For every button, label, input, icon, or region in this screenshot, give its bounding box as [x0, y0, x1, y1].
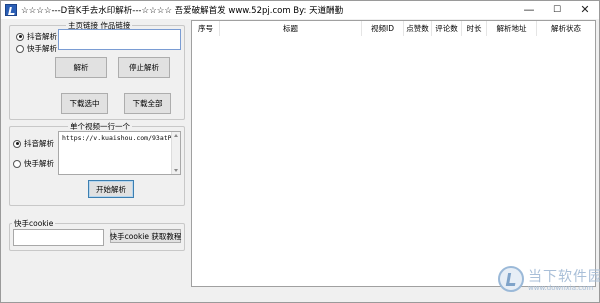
single-radio-douyin-label: 抖音解析: [24, 139, 54, 148]
radio-kuaishou-unchecked-icon[interactable]: [13, 159, 21, 168]
single-radio-douyin[interactable]: 抖音解析: [13, 138, 54, 149]
homepage-radio-kuaishou-label: 快手解析: [27, 44, 57, 53]
watermark-sub-text: www.downxia.com: [528, 284, 594, 292]
site-watermark: 当下软件园 www.downxia.com: [498, 263, 600, 299]
single-radio-kuaishou-label: 快手解析: [24, 159, 54, 168]
cookie-group: 快手cookie 快手cookie 获取教程: [9, 218, 185, 251]
column-header-parse-url[interactable]: 解析地址: [487, 21, 537, 36]
stop-parse-button[interactable]: 停止解析: [118, 57, 170, 78]
homepage-link-group: 主页链接 作品链接 抖音解析 快手解析 解析 停止解析 下载选中 下载全部: [9, 20, 185, 120]
watermark-main-text: 当下软件园: [528, 269, 600, 285]
app-window: ☆☆☆☆---D音K手去水印解析---☆☆☆☆ 吾爱破解首发 www.52pj.…: [0, 0, 600, 303]
textarea-scrollbar[interactable]: [171, 132, 180, 174]
window-title: ☆☆☆☆---D音K手去水印解析---☆☆☆☆ 吾爱破解首发 www.52pj.…: [21, 6, 344, 16]
column-header-video-id[interactable]: 视频ID: [362, 21, 404, 36]
homepage-radio-kuaishou[interactable]: 快手解析: [16, 43, 57, 54]
homepage-radio-douyin-label: 抖音解析: [27, 32, 57, 41]
title-bar[interactable]: ☆☆☆☆---D音K手去水印解析---☆☆☆☆ 吾爱破解首发 www.52pj.…: [1, 1, 599, 19]
download-selected-button[interactable]: 下载选中: [61, 93, 108, 114]
cookie-tutorial-button[interactable]: 快手cookie 获取教程: [110, 229, 181, 243]
maximize-button[interactable]: ☐: [543, 1, 571, 19]
watermark-logo-icon: [498, 266, 524, 292]
radio-kuaishou-unchecked-icon[interactable]: [16, 44, 24, 53]
column-header-comments[interactable]: 评论数: [432, 21, 462, 36]
cookie-input[interactable]: [13, 229, 104, 246]
single-video-group: 单个视频一行一个 抖音解析 快手解析 https://v.kuaishou.co…: [9, 121, 185, 206]
video-url-text: https://v.kuaishou.com/93atPp: [62, 134, 176, 142]
radio-douyin-checked-icon[interactable]: [13, 139, 21, 148]
column-header-duration[interactable]: 时长: [462, 21, 487, 36]
column-header-index[interactable]: 序号: [192, 21, 220, 36]
column-header-parse-status[interactable]: 解析状态: [537, 21, 595, 36]
parse-button[interactable]: 解析: [55, 57, 107, 78]
homepage-url-input[interactable]: [58, 29, 181, 50]
radio-douyin-checked-icon[interactable]: [16, 32, 24, 41]
column-header-likes[interactable]: 点赞数: [404, 21, 432, 36]
start-parse-button[interactable]: 开始解析: [88, 180, 134, 198]
results-list[interactable]: 序号 标题 视频ID 点赞数 评论数 时长 解析地址 解析状态: [191, 20, 596, 287]
download-all-button[interactable]: 下载全部: [124, 93, 171, 114]
video-url-textarea[interactable]: https://v.kuaishou.com/93atPp: [58, 131, 181, 175]
list-header: 序号 标题 视频ID 点赞数 评论数 时长 解析地址 解析状态: [192, 21, 595, 36]
column-header-title[interactable]: 标题: [220, 21, 362, 36]
app-logo-icon: [5, 4, 17, 16]
minimize-button[interactable]: —: [515, 1, 543, 19]
close-button[interactable]: ✕: [571, 1, 599, 19]
homepage-radio-douyin[interactable]: 抖音解析: [16, 31, 57, 42]
cookie-group-legend: 快手cookie: [12, 218, 56, 229]
single-radio-kuaishou[interactable]: 快手解析: [13, 158, 54, 169]
